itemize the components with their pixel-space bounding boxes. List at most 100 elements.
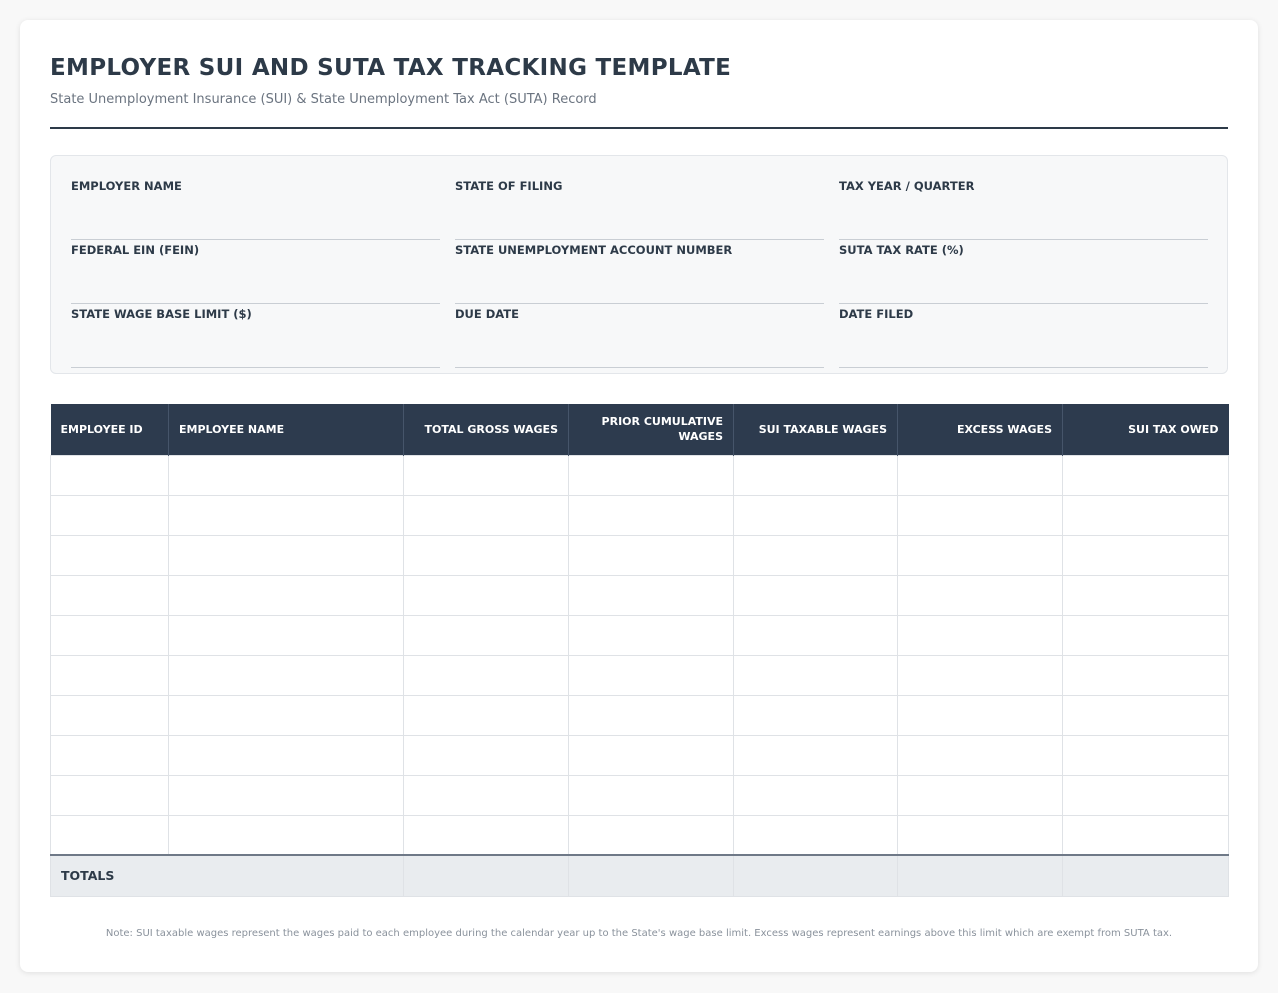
cell-employee-name[interactable]: [168, 614, 404, 656]
table-row: [50, 614, 1229, 656]
total-sui-taxable-wages-cell[interactable]: [733, 854, 898, 897]
cell-sui-taxable-wages[interactable]: [733, 614, 898, 656]
cell-excess-wages[interactable]: [897, 734, 1063, 776]
cell-excess-wages[interactable]: [897, 494, 1063, 536]
cell-sui-tax-owed[interactable]: [1062, 814, 1229, 856]
cell-sui-tax-owed[interactable]: [1062, 774, 1229, 816]
cell-prior-cumulative-wages[interactable]: [568, 814, 734, 856]
cell-employee-id[interactable]: [50, 774, 169, 816]
table-row: [50, 814, 1229, 856]
page-title: EMPLOYER SUI AND SUTA TAX TRACKING TEMPL…: [50, 55, 732, 81]
cell-excess-wages[interactable]: [897, 654, 1063, 696]
cell-sui-taxable-wages[interactable]: [733, 814, 898, 856]
table-row: [50, 774, 1229, 816]
cell-total-gross-wages[interactable]: [403, 654, 569, 696]
cell-sui-tax-owed[interactable]: [1062, 694, 1229, 736]
employer-info-grid: EMPLOYER NAME STATE OF FILING TAX YEAR /…: [71, 176, 1208, 368]
cell-total-gross-wages[interactable]: [403, 494, 569, 536]
cell-employee-id[interactable]: [50, 534, 169, 576]
employer-name-field[interactable]: EMPLOYER NAME: [71, 176, 440, 240]
cell-sui-tax-owed[interactable]: [1062, 494, 1229, 536]
cell-prior-cumulative-wages[interactable]: [568, 694, 734, 736]
cell-prior-cumulative-wages[interactable]: [568, 734, 734, 776]
cell-employee-id[interactable]: [50, 454, 169, 496]
cell-excess-wages[interactable]: [897, 574, 1063, 616]
cell-total-gross-wages[interactable]: [403, 534, 569, 576]
cell-prior-cumulative-wages[interactable]: [568, 774, 734, 816]
cell-total-gross-wages[interactable]: [403, 614, 569, 656]
total-sui-tax-owed-cell[interactable]: [1062, 854, 1229, 897]
cell-employee-id[interactable]: [50, 734, 169, 776]
cell-total-gross-wages[interactable]: [403, 774, 569, 816]
cell-sui-taxable-wages[interactable]: [733, 734, 898, 776]
cell-sui-taxable-wages[interactable]: [733, 494, 898, 536]
cell-sui-taxable-wages[interactable]: [733, 454, 898, 496]
total-prior-cumulative-wages-cell[interactable]: [568, 854, 734, 897]
date-filed-field[interactable]: DATE FILED: [839, 304, 1208, 368]
cell-total-gross-wages[interactable]: [403, 574, 569, 616]
cell-prior-cumulative-wages[interactable]: [568, 614, 734, 656]
column-header-excess-wages: EXCESS WAGES: [897, 404, 1063, 455]
total-gross-wages-cell[interactable]: [403, 854, 569, 897]
table-row: [50, 494, 1229, 536]
total-excess-wages-cell[interactable]: [897, 854, 1063, 897]
table-header-row: EMPLOYEE ID EMPLOYEE NAME TOTAL GROSS WA…: [50, 404, 1229, 455]
cell-sui-tax-owed[interactable]: [1062, 534, 1229, 576]
cell-sui-taxable-wages[interactable]: [733, 654, 898, 696]
cell-excess-wages[interactable]: [897, 814, 1063, 856]
cell-employee-name[interactable]: [168, 534, 404, 576]
cell-prior-cumulative-wages[interactable]: [568, 574, 734, 616]
cell-employee-name[interactable]: [168, 694, 404, 736]
cell-sui-taxable-wages[interactable]: [733, 774, 898, 816]
federal-ein-field[interactable]: FEDERAL EIN (FEIN): [71, 240, 440, 304]
cell-sui-tax-owed[interactable]: [1062, 734, 1229, 776]
state-account-number-field[interactable]: STATE UNEMPLOYMENT ACCOUNT NUMBER: [455, 240, 824, 304]
cell-employee-name[interactable]: [168, 814, 404, 856]
cell-sui-taxable-wages[interactable]: [733, 574, 898, 616]
state-of-filing-field[interactable]: STATE OF FILING: [455, 176, 824, 240]
cell-employee-name[interactable]: [168, 654, 404, 696]
wage-base-limit-field[interactable]: STATE WAGE BASE LIMIT ($): [71, 304, 440, 368]
due-date-field[interactable]: DUE DATE: [455, 304, 824, 368]
cell-sui-tax-owed[interactable]: [1062, 574, 1229, 616]
totals-row: TOTALS: [50, 854, 1229, 897]
cell-employee-name[interactable]: [168, 774, 404, 816]
cell-prior-cumulative-wages[interactable]: [568, 454, 734, 496]
cell-employee-name[interactable]: [168, 454, 404, 496]
cell-prior-cumulative-wages[interactable]: [568, 534, 734, 576]
cell-sui-taxable-wages[interactable]: [733, 534, 898, 576]
cell-employee-id[interactable]: [50, 694, 169, 736]
footer-note: Note: SUI taxable wages represent the wa…: [105, 928, 1173, 939]
cell-employee-id[interactable]: [50, 574, 169, 616]
state-account-number-label: STATE UNEMPLOYMENT ACCOUNT NUMBER: [455, 243, 733, 257]
tax-year-quarter-label: TAX YEAR / QUARTER: [839, 179, 975, 193]
cell-excess-wages[interactable]: [897, 774, 1063, 816]
cell-sui-taxable-wages[interactable]: [733, 694, 898, 736]
column-header-sui-tax-owed: SUI TAX OWED: [1062, 404, 1229, 455]
cell-excess-wages[interactable]: [897, 614, 1063, 656]
cell-total-gross-wages[interactable]: [403, 694, 569, 736]
suta-tax-rate-field[interactable]: SUTA TAX RATE (%): [839, 240, 1208, 304]
cell-excess-wages[interactable]: [897, 694, 1063, 736]
cell-employee-id[interactable]: [50, 494, 169, 536]
cell-employee-name[interactable]: [168, 494, 404, 536]
cell-total-gross-wages[interactable]: [403, 454, 569, 496]
cell-prior-cumulative-wages[interactable]: [568, 654, 734, 696]
cell-employee-id[interactable]: [50, 814, 169, 856]
cell-sui-tax-owed[interactable]: [1062, 654, 1229, 696]
cell-total-gross-wages[interactable]: [403, 814, 569, 856]
cell-employee-name[interactable]: [168, 574, 404, 616]
column-header-employee-name: EMPLOYEE NAME: [168, 404, 404, 455]
cell-sui-tax-owed[interactable]: [1062, 454, 1229, 496]
cell-sui-tax-owed[interactable]: [1062, 614, 1229, 656]
cell-excess-wages[interactable]: [897, 534, 1063, 576]
cell-employee-name[interactable]: [168, 734, 404, 776]
cell-excess-wages[interactable]: [897, 454, 1063, 496]
cell-total-gross-wages[interactable]: [403, 734, 569, 776]
cell-prior-cumulative-wages[interactable]: [568, 494, 734, 536]
totals-label: TOTALS: [50, 854, 404, 897]
column-header-sui-taxable-wages: SUI TAXABLE WAGES: [733, 404, 898, 455]
tax-year-quarter-field[interactable]: TAX YEAR / QUARTER: [839, 176, 1208, 240]
cell-employee-id[interactable]: [50, 614, 169, 656]
cell-employee-id[interactable]: [50, 654, 169, 696]
